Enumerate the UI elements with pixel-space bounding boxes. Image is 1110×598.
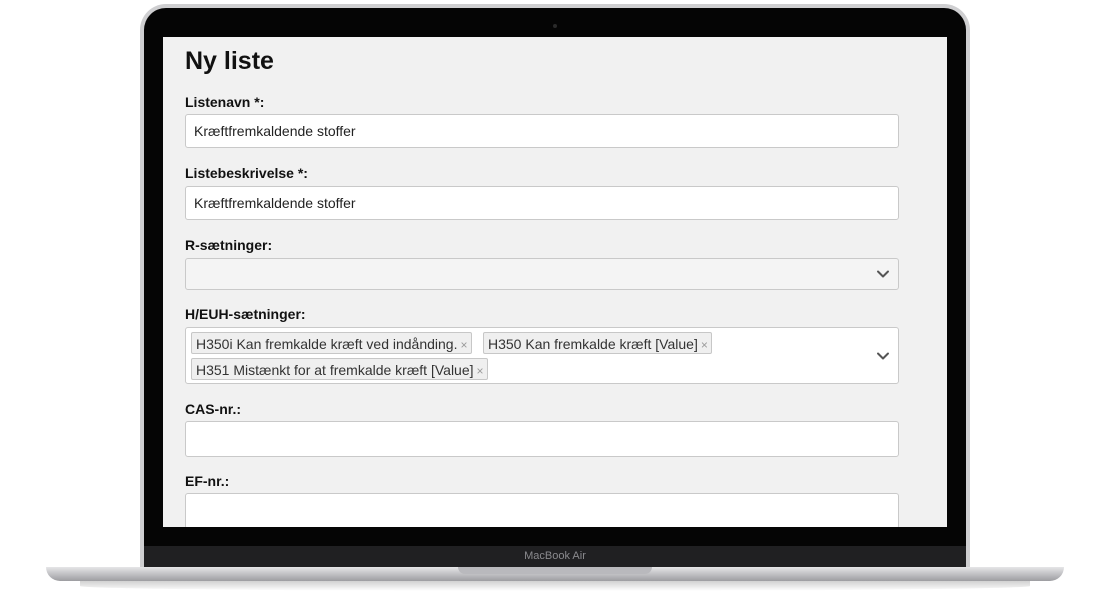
h-phrases-multiselect[interactable]: H350i Kan fremkalde kræft ved indånding.… xyxy=(185,327,899,384)
laptop-shadow xyxy=(80,581,1030,591)
r-phrases-select[interactable] xyxy=(185,258,899,290)
page-title: Ny liste xyxy=(185,47,274,75)
screen: Ny liste Listenavn *: Listebeskrivelse *… xyxy=(163,37,947,527)
h-phrases-label: H/EUH-sætninger: xyxy=(185,306,306,322)
chevron-down-icon xyxy=(877,270,889,278)
list-description-input[interactable] xyxy=(185,186,899,220)
tag-label: H350 Kan fremkalde kræft [Value] xyxy=(488,336,698,352)
close-icon[interactable]: × xyxy=(460,338,467,352)
device-brand: MacBook Air xyxy=(524,550,586,562)
camera-icon xyxy=(553,24,557,28)
list-name-input[interactable] xyxy=(185,114,899,148)
tag-label: H351 Mistænkt for at fremkalde kræft [Va… xyxy=(196,362,474,378)
cas-number-label: CAS-nr.: xyxy=(185,401,241,417)
laptop-notch xyxy=(458,567,652,574)
h-phrase-tag: H351 Mistænkt for at fremkalde kræft [Va… xyxy=(191,358,488,380)
ef-number-input[interactable] xyxy=(185,493,899,527)
chevron-down-icon xyxy=(877,352,889,359)
close-icon[interactable]: × xyxy=(477,364,484,378)
list-name-label: Listenavn *: xyxy=(185,94,265,110)
h-phrase-tag: H350 Kan fremkalde kræft [Value] × xyxy=(483,332,712,354)
list-description-label: Listebeskrivelse *: xyxy=(185,165,308,181)
ef-number-label: EF-nr.: xyxy=(185,473,230,489)
close-icon[interactable]: × xyxy=(701,338,708,352)
tag-label: H350i Kan fremkalde kræft ved indånding. xyxy=(196,336,458,352)
cas-number-input[interactable] xyxy=(185,421,899,457)
h-phrase-tag: H350i Kan fremkalde kræft ved indånding.… xyxy=(191,332,472,354)
r-phrases-label: R-sætninger: xyxy=(185,237,273,253)
